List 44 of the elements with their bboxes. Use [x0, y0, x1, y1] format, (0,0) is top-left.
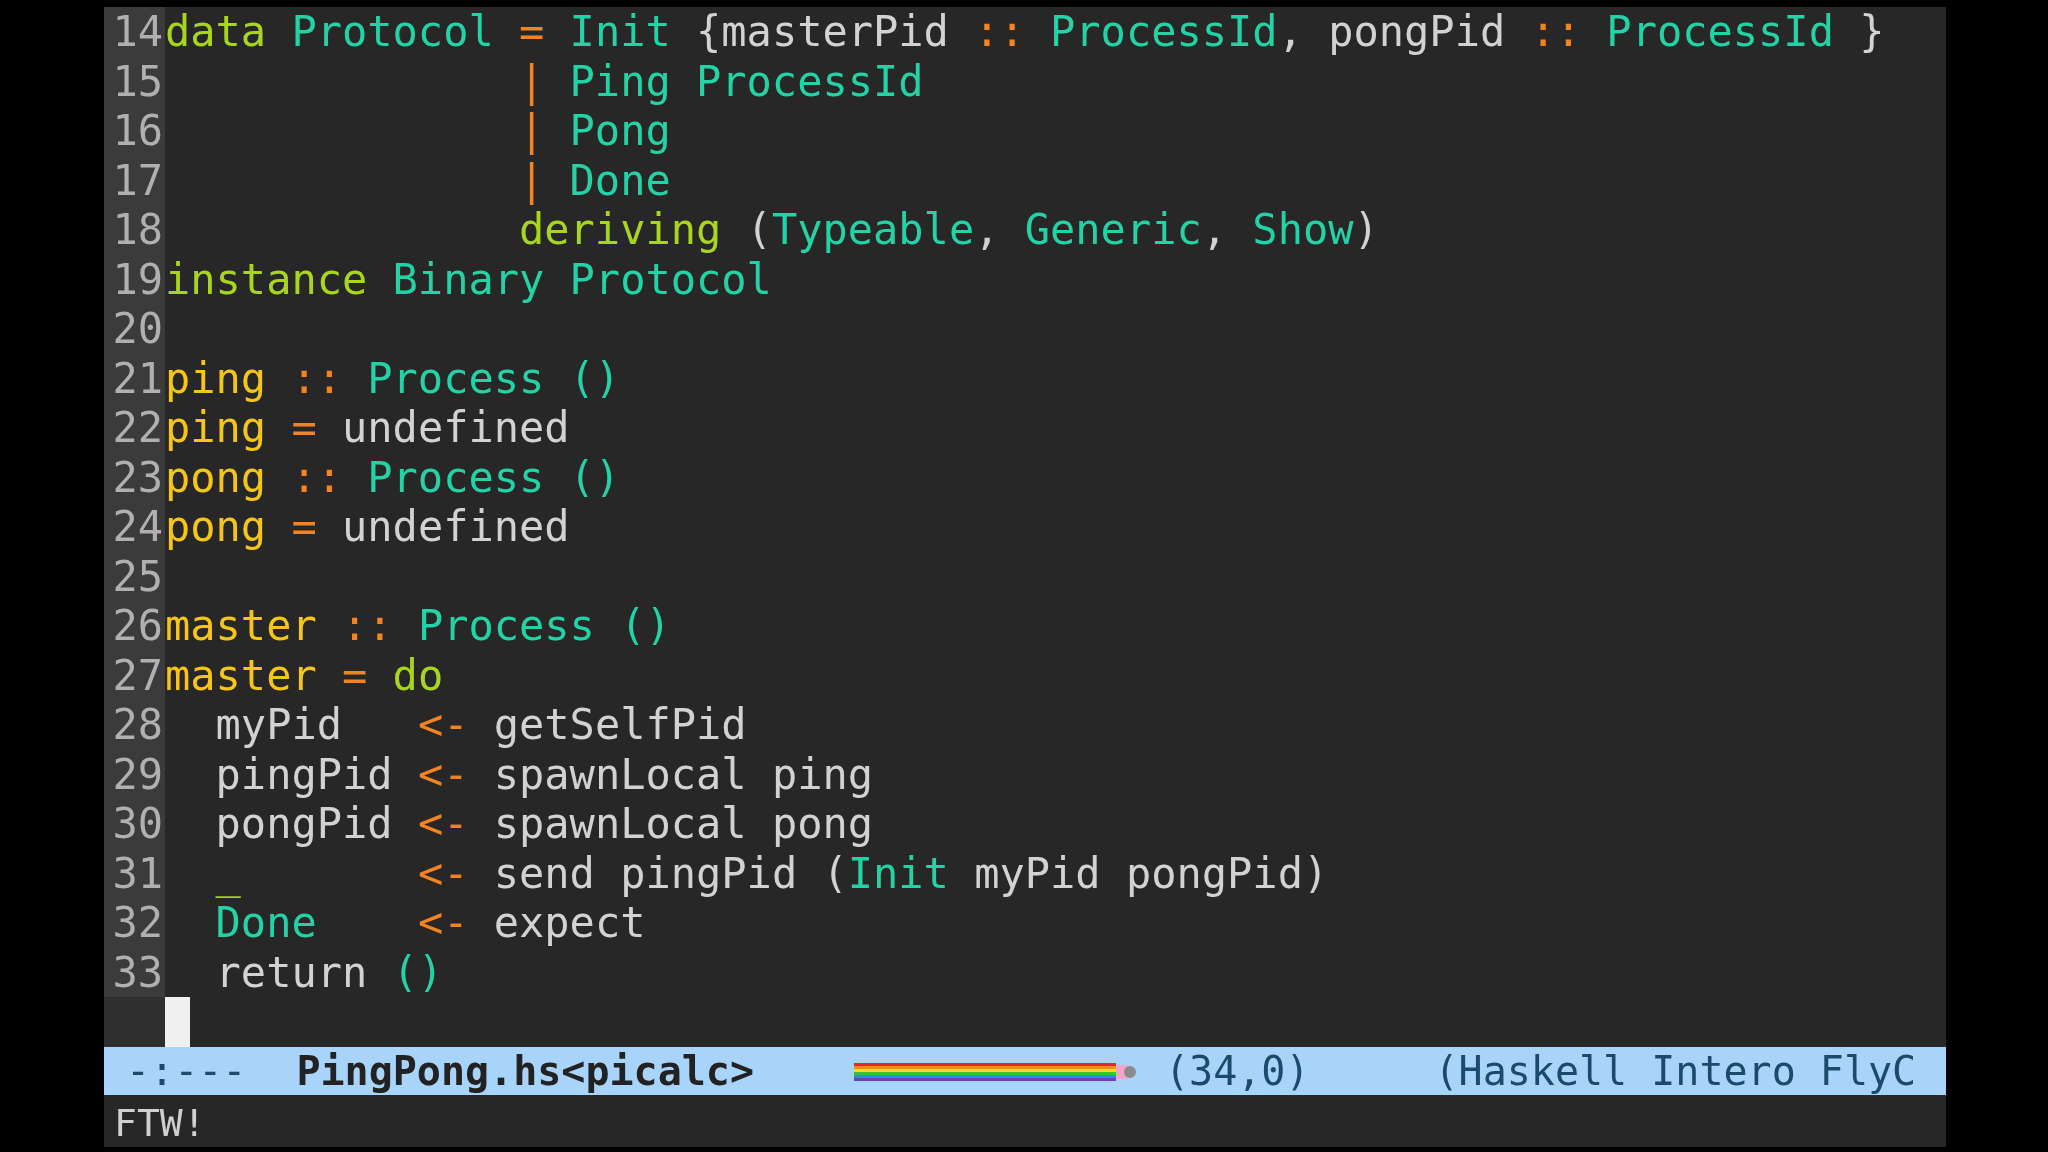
- code-line: pong :: Process (): [165, 452, 621, 502]
- code-line: deriving (Typeable, Generic, Show): [518, 205, 1379, 255]
- minibuffer-message: FTW!: [114, 1099, 206, 1147]
- code-line: instance Binary Protocol: [165, 254, 772, 304]
- code-line: return (): [214, 947, 444, 997]
- line-number: 14: [104, 7, 165, 57]
- code-line: ping = undefined: [165, 403, 570, 453]
- line-number: 16: [104, 106, 165, 156]
- line-number: 25: [104, 551, 165, 601]
- code-line: pong = undefined: [165, 502, 570, 552]
- line-number: 24: [104, 502, 165, 552]
- line-number: 21: [104, 353, 165, 403]
- code-line: | Pong: [518, 106, 671, 156]
- line-number: 31: [104, 848, 165, 898]
- code-line: myPid <- getSelfPid: [214, 700, 747, 750]
- buffer-name: PingPong.hs<picalc>: [296, 1046, 754, 1096]
- line-number: 19: [104, 254, 165, 304]
- line-number: 20: [104, 304, 165, 354]
- code-line: data Protocol = Init {masterPid :: ProcessId, pongPid :: ProcessId }: [165, 7, 1885, 57]
- line-number: 32: [104, 898, 165, 948]
- code-line: ping :: Process (): [165, 353, 621, 403]
- code-line: | Ping ProcessId: [518, 56, 924, 106]
- mode-line-status: -:---: [126, 1046, 247, 1096]
- line-number: 18: [104, 205, 165, 255]
- code-line: _ <- send pingPid (Init myPid pongPid): [214, 848, 1329, 898]
- line-number: 23: [104, 452, 165, 502]
- line-number: 29: [104, 749, 165, 799]
- line-number: 30: [104, 799, 165, 849]
- line-number: 26: [104, 601, 165, 651]
- code-line: pongPid <- spawnLocal pong: [214, 799, 874, 849]
- code-line: pingPid <- spawnLocal ping: [214, 749, 874, 799]
- code-line: master = do: [165, 650, 444, 700]
- code-line: | Done: [518, 155, 671, 205]
- line-number: 15: [104, 56, 165, 106]
- line-number: 22: [104, 403, 165, 453]
- text-cursor: [165, 997, 190, 1047]
- line-number: 27: [104, 650, 165, 700]
- line-number: 33: [104, 947, 165, 997]
- line-number: 17: [104, 155, 165, 205]
- code-line: master :: Process (): [165, 601, 671, 651]
- line-number: 28: [104, 700, 165, 750]
- major-minor-modes: (Haskell Intero FlyC: [1434, 1046, 1917, 1096]
- cursor-position: (34,0): [1165, 1046, 1310, 1096]
- code-line: Done <- expect: [214, 898, 646, 948]
